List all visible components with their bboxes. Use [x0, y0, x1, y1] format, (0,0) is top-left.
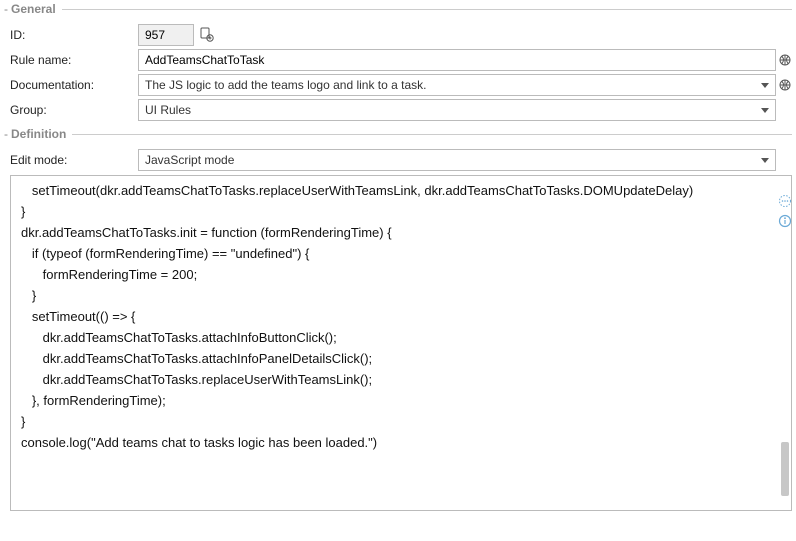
legend-definition-label: Definition [11, 127, 66, 141]
edit-mode-value: JavaScript mode [145, 153, 234, 167]
language-icon[interactable] [779, 54, 791, 66]
language-icon[interactable] [779, 79, 791, 91]
id-field [138, 24, 194, 46]
copy-id-icon[interactable] [198, 26, 216, 44]
legend-general-label: General [11, 2, 56, 16]
section-definition: - Definition Edit mode: JavaScript mode … [4, 127, 792, 511]
group-label: Group: [10, 103, 138, 117]
scrollbar-thumb[interactable] [781, 442, 789, 496]
info-icon[interactable] [778, 214, 792, 228]
more-icon[interactable] [778, 194, 792, 208]
legend-general: - General [4, 2, 792, 16]
edit-mode-field[interactable]: JavaScript mode [138, 149, 776, 171]
edit-mode-label: Edit mode: [10, 153, 138, 167]
editor-side-toolbar [778, 194, 792, 228]
documentation-field[interactable]: The JS logic to add the teams logo and l… [138, 74, 776, 96]
group-value: UI Rules [145, 103, 191, 117]
documentation-label: Documentation: [10, 78, 138, 92]
rule-name-field[interactable] [138, 49, 776, 71]
id-label: ID: [10, 28, 138, 42]
section-general: - General ID: Rule name: [4, 2, 792, 121]
rule-name-label: Rule name: [10, 53, 138, 67]
code-content[interactable]: setTimeout(dkr.addTeamsChatToTasks.repla… [11, 176, 791, 457]
code-editor[interactable]: setTimeout(dkr.addTeamsChatToTasks.repla… [10, 175, 792, 511]
documentation-value: The JS logic to add the teams logo and l… [145, 78, 427, 92]
legend-definition: - Definition [4, 127, 792, 141]
group-field[interactable]: UI Rules [138, 99, 776, 121]
